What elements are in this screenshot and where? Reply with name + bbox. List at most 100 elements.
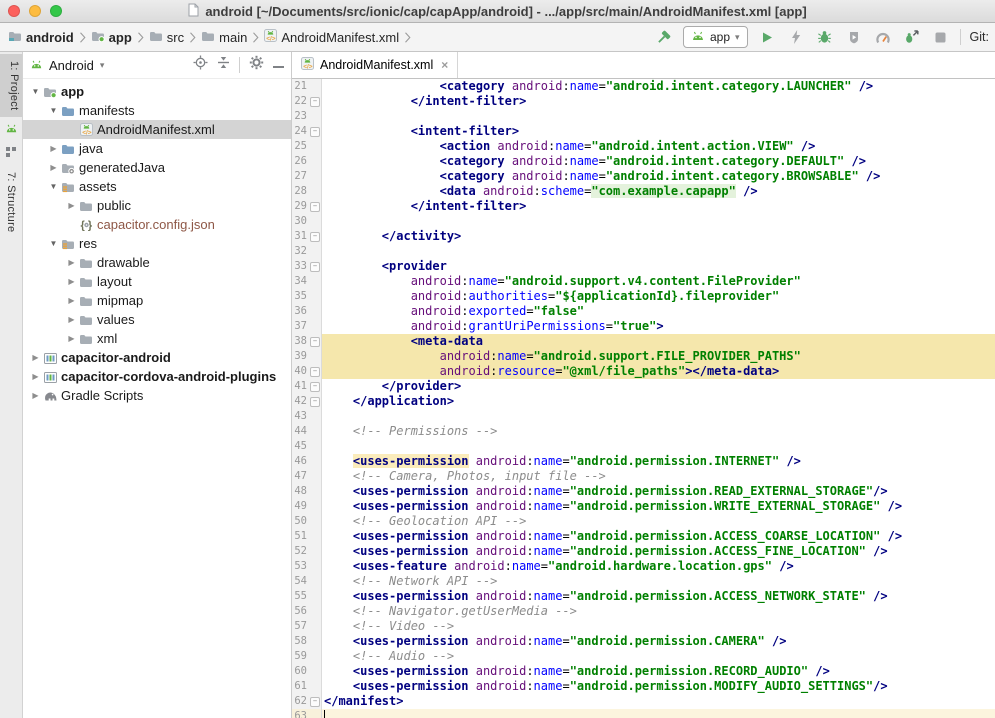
code-line-48[interactable]: <uses-permission android:name="android.p… [322,484,995,499]
code-line-49[interactable]: <uses-permission android:name="android.p… [322,499,995,514]
structure-icon[interactable] [6,147,17,158]
code-line-24[interactable]: <intent-filter> [322,124,995,139]
code-line-47[interactable]: <!-- Camera, Photos, input file --> [322,469,995,484]
code-line-41[interactable]: </provider> [322,379,995,394]
run-button[interactable] [757,26,777,48]
tree-item-values[interactable]: ▶values [23,310,291,329]
tree-item-capacitor-cordova-android-plugins[interactable]: ▶capacitor-cordova-android-plugins [23,367,291,386]
code-line-58[interactable]: <uses-permission android:name="android.p… [322,634,995,649]
collapsed-arrow-icon[interactable]: ▶ [29,372,42,381]
code-line-55[interactable]: <uses-permission android:name="android.p… [322,589,995,604]
tree-item-xml[interactable]: ▶xml [23,329,291,348]
code-line-42[interactable]: </application> [322,394,995,409]
git-label[interactable]: Git: [970,30,989,44]
code-line-34[interactable]: android:name="android.support.v4.content… [322,274,995,289]
fold-marker-icon[interactable]: − [310,697,320,707]
fold-marker-icon[interactable]: − [310,127,320,137]
collapsed-arrow-icon[interactable]: ▶ [47,144,60,153]
attach-debugger-button[interactable] [902,26,922,48]
debug-button[interactable] [815,26,835,48]
hide-panel-button[interactable] [273,56,284,74]
code-line-46[interactable]: <uses-permission android:name="android.p… [322,454,995,469]
run-coverage-button[interactable] [844,26,864,48]
fold-marker-icon[interactable]: − [310,337,320,347]
tree-item-capacitor-android[interactable]: ▶capacitor-android [23,348,291,367]
project-view-selector[interactable]: Android [49,58,94,73]
code-line-50[interactable]: <!-- Geolocation API --> [322,514,995,529]
profiler-button[interactable] [873,26,893,48]
code-line-36[interactable]: android:exported="false" [322,304,995,319]
code-line-37[interactable]: android:grantUriPermissions="true"> [322,319,995,334]
project-tool-tab[interactable]: 1: Project [0,54,22,117]
editor-tab-androidmanifest[interactable]: </> AndroidManifest.xml × [292,52,458,78]
collapsed-arrow-icon[interactable]: ▶ [65,334,78,343]
collapsed-arrow-icon[interactable]: ▶ [47,163,60,172]
code-line-60[interactable]: <uses-permission android:name="android.p… [322,664,995,679]
android-view-icon[interactable] [5,124,18,133]
code-line-38[interactable]: <meta-data [322,334,995,349]
code-line-43[interactable] [322,409,995,424]
code-line-29[interactable]: </intent-filter> [322,199,995,214]
expanded-arrow-icon[interactable]: ▼ [47,182,60,191]
expanded-arrow-icon[interactable]: ▼ [47,106,60,115]
tree-item-capacitor-config-json[interactable]: { }capacitor.config.json [23,215,291,234]
tree-item-androidmanifest-xml[interactable]: </>AndroidManifest.xml [23,120,291,139]
code-line-44[interactable]: <!-- Permissions --> [322,424,995,439]
tree-item-gradle-scripts[interactable]: ▶Gradle Scripts [23,386,291,405]
code-line-57[interactable]: <!-- Video --> [322,619,995,634]
locate-file-button[interactable] [193,55,208,75]
tree-item-java[interactable]: ▶java [23,139,291,158]
minimize-window-button[interactable] [29,5,41,17]
code-line-30[interactable] [322,214,995,229]
expanded-arrow-icon[interactable]: ▼ [47,239,60,248]
gear-icon[interactable] [249,55,264,75]
code-line-23[interactable] [322,109,995,124]
stop-button[interactable] [931,26,951,48]
code-line-33[interactable]: <provider [322,259,995,274]
tree-item-layout[interactable]: ▶layout [23,272,291,291]
fold-marker-icon[interactable]: − [310,367,320,377]
code-line-61[interactable]: <uses-permission android:name="android.p… [322,679,995,694]
collapsed-arrow-icon[interactable]: ▶ [65,258,78,267]
code-line-26[interactable]: <category android:name="android.intent.c… [322,154,995,169]
structure-tool-tab[interactable]: 7: Structure [3,165,19,239]
code-line-25[interactable]: <action android:name="android.intent.act… [322,139,995,154]
collapse-all-button[interactable] [217,56,230,74]
tree-item-mipmap[interactable]: ▶mipmap [23,291,291,310]
fold-marker-icon[interactable]: − [310,97,320,107]
code-line-40[interactable]: android:resource="@xml/file_paths"></met… [322,364,995,379]
build-button[interactable] [654,26,674,48]
code-line-32[interactable] [322,244,995,259]
run-config-select[interactable]: app ▾ [683,26,748,48]
code-line-54[interactable]: <!-- Network API --> [322,574,995,589]
breadcrumb-item-src[interactable]: src [147,30,186,45]
collapsed-arrow-icon[interactable]: ▶ [65,296,78,305]
close-window-button[interactable] [8,5,20,17]
code-line-62[interactable]: </manifest> [322,694,995,709]
code-line-28[interactable]: <data android:scheme="com.example.capapp… [322,184,995,199]
collapsed-arrow-icon[interactable]: ▶ [65,277,78,286]
tree-item-public[interactable]: ▶public [23,196,291,215]
code-line-45[interactable] [322,439,995,454]
fold-marker-icon[interactable]: − [310,232,320,242]
tree-item-manifests[interactable]: ▼manifests [23,101,291,120]
tree-item-assets[interactable]: ▼assets [23,177,291,196]
code-line-59[interactable]: <!-- Audio --> [322,649,995,664]
tree-item-generatedjava[interactable]: ▶generatedJava [23,158,291,177]
tree-item-res[interactable]: ▼res [23,234,291,253]
fold-marker-icon[interactable]: − [310,202,320,212]
code-line-56[interactable]: <!-- Navigator.getUserMedia --> [322,604,995,619]
collapsed-arrow-icon[interactable]: ▶ [65,315,78,324]
collapsed-arrow-icon[interactable]: ▶ [65,201,78,210]
code-line-39[interactable]: android:name="android.support.FILE_PROVI… [322,349,995,364]
code-line-53[interactable]: <uses-feature android:name="android.hard… [322,559,995,574]
fold-marker-icon[interactable]: − [310,382,320,392]
collapsed-arrow-icon[interactable]: ▶ [29,353,42,362]
code-line-22[interactable]: </intent-filter> [322,94,995,109]
zoom-window-button[interactable] [50,5,62,17]
fold-marker-icon[interactable]: − [310,397,320,407]
tree-item-app[interactable]: ▼app [23,82,291,101]
breadcrumb-item-app[interactable]: app [89,30,134,45]
code-line-51[interactable]: <uses-permission android:name="android.p… [322,529,995,544]
tree-item-drawable[interactable]: ▶drawable [23,253,291,272]
